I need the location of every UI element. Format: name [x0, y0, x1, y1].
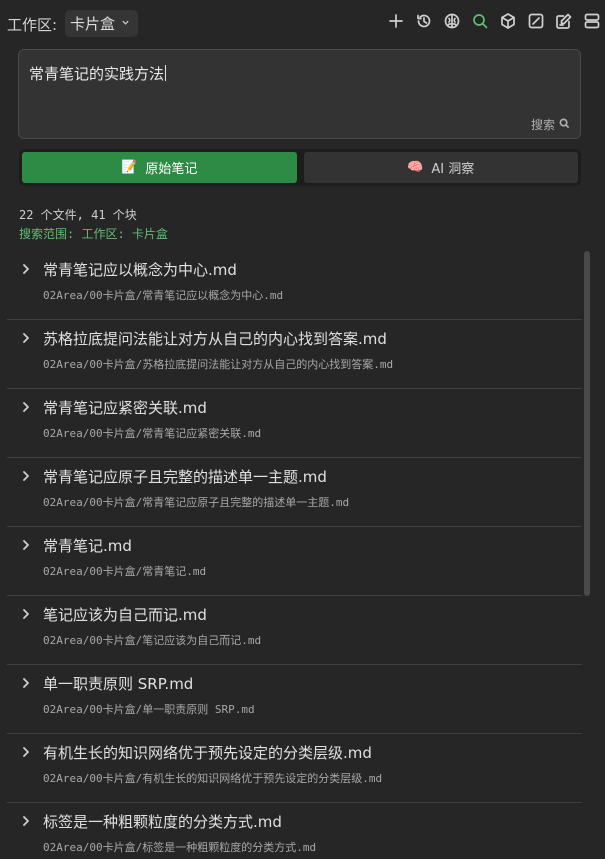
chevron-right-icon[interactable]: [21, 536, 35, 550]
history-icon[interactable]: [415, 12, 433, 30]
list-item[interactable]: 苏格拉底提问法能让对方从自己的内心找到答案.md 02Area/00卡片盒/苏格…: [7, 320, 582, 389]
chevron-right-icon[interactable]: [21, 467, 35, 481]
result-path: 02Area/00卡片盒/笔记应该为自己而记.md: [43, 634, 262, 647]
brain-icon[interactable]: [443, 12, 461, 30]
search-textarea[interactable]: 常青笔记的实践方法 搜索: [18, 49, 581, 139]
brain-emoji-icon: 🧠: [407, 160, 424, 175]
result-path: 02Area/00卡片盒/标签是一种粗颗粒度的分类方式.md: [43, 841, 317, 854]
layout-icon[interactable]: [583, 12, 601, 30]
result-path: 02Area/00卡片盒/苏格拉底提问法能让对方从自己的内心找到答案.md: [43, 358, 394, 371]
chevron-down-icon: [121, 18, 130, 30]
tab-ai-insight[interactable]: 🧠 AI 洞察: [303, 152, 578, 183]
tab-ai-insight-label: AI 洞察: [431, 162, 475, 177]
plus-icon[interactable]: [387, 12, 405, 30]
top-toolbar: 工作区: 卡片盒: [0, 0, 605, 46]
list-item[interactable]: 常青笔记应紧密关联.md 02Area/00卡片盒/常青笔记应紧密关联.md: [7, 389, 582, 458]
result-path: 02Area/00卡片盒/常青笔记应紧密关联.md: [43, 427, 262, 440]
tab-raw-notes-label: 原始笔记: [145, 162, 198, 177]
workspace-selected-value: 卡片盒: [70, 15, 116, 33]
memo-icon: 📝: [121, 160, 138, 175]
list-item[interactable]: 标签是一种粗颗粒度的分类方式.md 02Area/00卡片盒/标签是一种粗颗粒度…: [7, 803, 582, 859]
chevron-right-icon[interactable]: [21, 605, 35, 619]
list-item[interactable]: 单一职责原则 SRP.md 02Area/00卡片盒/单一职责原则 SRP.md: [7, 665, 582, 734]
toolbar-icons: [387, 12, 601, 30]
result-path: 02Area/00卡片盒/常青笔记.md: [43, 565, 207, 578]
list-item[interactable]: 笔记应该为自己而记.md 02Area/00卡片盒/笔记应该为自己而记.md: [7, 596, 582, 665]
list-item[interactable]: 常青笔记应原子且完整的描述单一主题.md 02Area/00卡片盒/常青笔记应原…: [7, 458, 582, 527]
search-icon: [559, 118, 570, 132]
result-title[interactable]: 常青笔记应以概念为中心.md: [43, 259, 237, 280]
list-item[interactable]: 常青笔记.md 02Area/00卡片盒/常青笔记.md: [7, 527, 582, 596]
chevron-right-icon[interactable]: [21, 812, 35, 826]
scrollbar[interactable]: [584, 251, 590, 596]
cube-icon[interactable]: [499, 12, 517, 30]
result-title[interactable]: 单一职责原则 SRP.md: [43, 673, 193, 694]
result-title[interactable]: 常青笔记应紧密关联.md: [43, 397, 207, 418]
result-title[interactable]: 笔记应该为自己而记.md: [43, 604, 207, 625]
edit-note-icon[interactable]: [555, 12, 573, 30]
chevron-right-icon[interactable]: [21, 398, 35, 412]
result-stats: 22 个文件, 41 个块: [19, 208, 137, 222]
search-button[interactable]: 搜索: [531, 116, 570, 133]
search-query-text: 常青笔记的实践方法: [29, 65, 167, 83]
search-button-label: 搜索: [530, 118, 555, 132]
tab-raw-notes[interactable]: 📝 原始笔记: [22, 152, 297, 183]
edit-icon[interactable]: [527, 12, 545, 30]
workspace-label: 工作区:: [7, 16, 58, 34]
result-tabs: 📝 原始笔记 🧠 AI 洞察: [19, 149, 581, 186]
result-title[interactable]: 标签是一种粗颗粒度的分类方式.md: [43, 811, 282, 832]
result-path: 02Area/00卡片盒/常青笔记应原子且完整的描述单一主题.md: [43, 496, 350, 509]
workspace-select[interactable]: 卡片盒: [65, 10, 139, 37]
results-list: 常青笔记应以概念为中心.md 02Area/00卡片盒/常青笔记应以概念为中心.…: [7, 251, 582, 859]
search-scope: 搜索范围: 工作区: 卡片盒: [19, 227, 168, 241]
list-item[interactable]: 常青笔记应以概念为中心.md 02Area/00卡片盒/常青笔记应以概念为中心.…: [7, 251, 582, 320]
result-title[interactable]: 常青笔记.md: [43, 535, 132, 556]
result-path: 02Area/00卡片盒/有机生长的知识网络优于预先设定的分类层级.md: [43, 772, 383, 785]
result-path: 02Area/00卡片盒/单一职责原则 SRP.md: [43, 703, 255, 716]
chevron-right-icon[interactable]: [21, 329, 35, 343]
result-path: 02Area/00卡片盒/常青笔记应以概念为中心.md: [43, 289, 284, 302]
result-title[interactable]: 常青笔记应原子且完整的描述单一主题.md: [43, 466, 327, 487]
list-item[interactable]: 有机生长的知识网络优于预先设定的分类层级.md 02Area/00卡片盒/有机生…: [7, 734, 582, 803]
chevron-right-icon[interactable]: [21, 260, 35, 274]
chevron-right-icon[interactable]: [21, 743, 35, 757]
search-icon[interactable]: [471, 12, 489, 30]
result-title[interactable]: 有机生长的知识网络优于预先设定的分类层级.md: [43, 742, 372, 763]
result-title[interactable]: 苏格拉底提问法能让对方从自己的内心找到答案.md: [43, 328, 387, 349]
chevron-right-icon[interactable]: [21, 674, 35, 688]
